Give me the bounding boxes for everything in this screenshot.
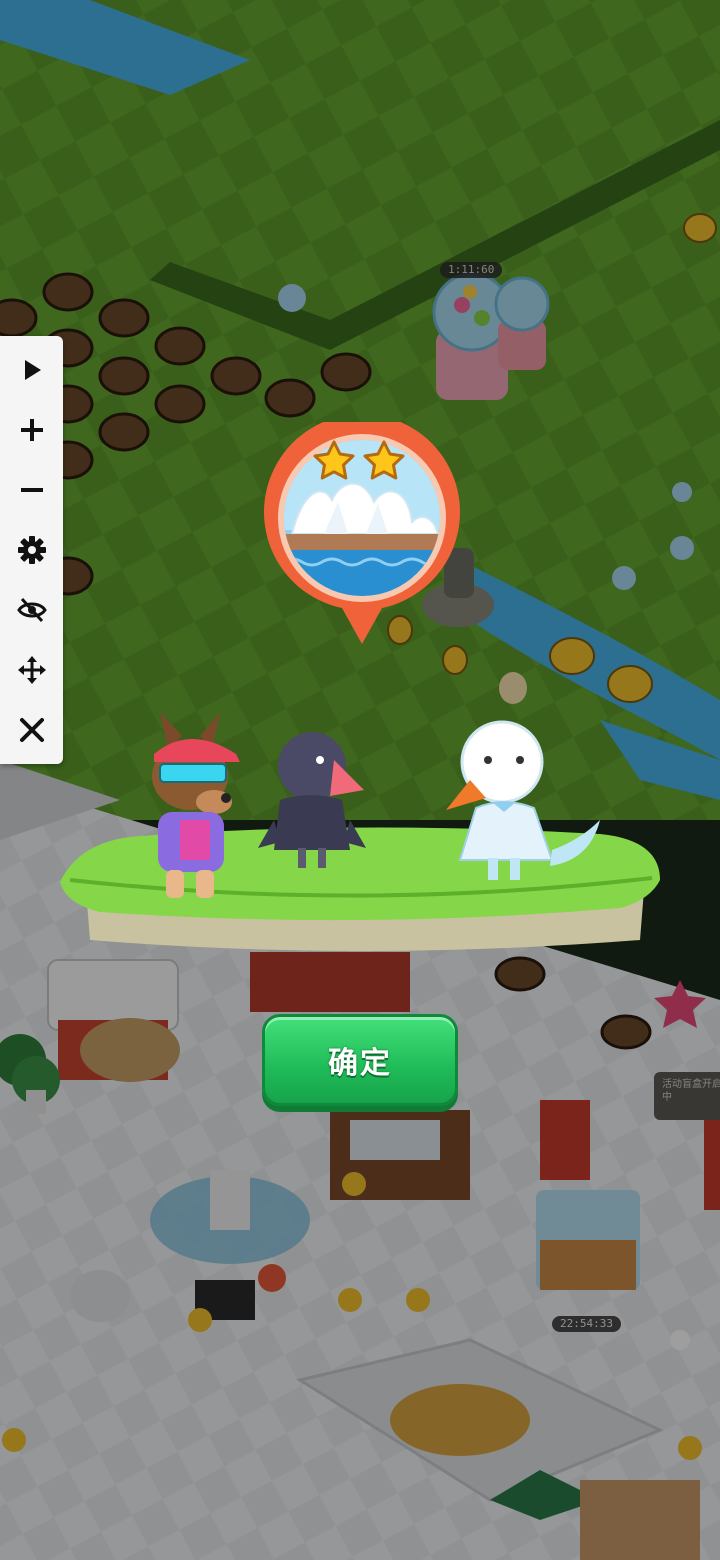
location-pin [264,422,460,644]
close-icon [19,718,44,742]
gear-icon [17,536,46,564]
play-icon [24,360,41,380]
move-icon [17,656,46,684]
hide-button[interactable] [10,588,54,632]
zoom-in-icon [20,419,43,441]
zoom-out-button[interactable] [10,468,54,512]
zoom-in-button[interactable] [10,408,54,452]
confirm-button[interactable]: 确定 [262,1014,458,1106]
world-timer-1: 1:11:60 [440,262,503,278]
eye-off-icon [16,597,47,623]
settings-button[interactable] [10,528,54,572]
world-timer-2: 22:54:33 [552,1316,621,1332]
play-button[interactable] [10,348,54,392]
side-toolbar [0,336,63,764]
zoom-out-icon [20,488,43,492]
move-button[interactable] [10,648,54,692]
close-button[interactable] [10,708,54,752]
character-stage [60,712,660,951]
event-banner[interactable]: 活动盲盒开启中 [654,1072,720,1120]
